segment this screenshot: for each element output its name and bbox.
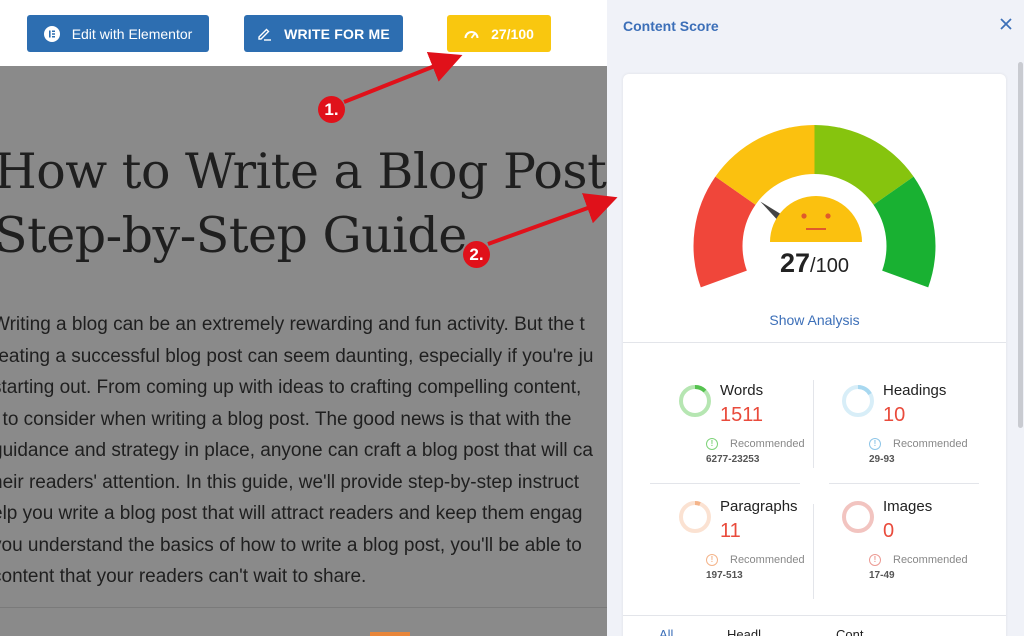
post-title-line: How to Write a Blog Post: A — [0, 143, 607, 200]
content-score-label: 27/100 — [491, 25, 534, 42]
stat-paragraphs: Paragraphs 11 ! Recommended 197-513 — [678, 498, 848, 600]
panel-title: Content Score — [623, 18, 719, 34]
close-icon[interactable] — [997, 16, 1015, 34]
speedometer-icon — [464, 28, 479, 40]
images-progress-ring — [842, 501, 874, 533]
recommended-label: Recommended — [730, 438, 805, 450]
stat-words: Words 1511 ! Recommended 6277-23253 — [678, 382, 848, 484]
show-analysis-link[interactable]: Show Analysis — [623, 312, 1006, 328]
info-icon: ! — [869, 554, 881, 566]
recommended-label: Recommended — [730, 554, 805, 566]
body-line: you understand the basics of how to writ… — [0, 534, 582, 556]
stat-range: 17-49 — [869, 570, 895, 581]
stat-recommended: ! Recommended — [869, 554, 968, 566]
editor-divider — [0, 607, 607, 608]
score-readout: 27/100 — [623, 248, 1006, 279]
neutral-face-icon — [770, 196, 862, 242]
top-toolbar: Edit with Elementor WRITE FOR ME 27/100 — [0, 0, 607, 66]
tab-all[interactable]: All — [659, 627, 673, 636]
stat-label: Paragraphs — [720, 498, 798, 515]
stat-range: 197-513 — [706, 570, 743, 581]
post-title-line: Step-by-Step Guide — [0, 207, 467, 264]
score-card: 27/100 Show Analysis Words 1511 ! Recomme… — [623, 74, 1006, 636]
recommended-label: Recommended — [893, 554, 968, 566]
annotation-marker-2: 2. — [463, 241, 490, 268]
stat-recommended: ! Recommended — [706, 554, 805, 566]
post-title[interactable]: How to Write a Blog Post: A Step-by-Step… — [0, 140, 607, 268]
write-for-me-button[interactable]: WRITE FOR ME — [244, 15, 403, 52]
post-body[interactable]: Writing a blog can be an extremely rewar… — [0, 309, 607, 593]
tab-headlines[interactable]: Headl — [727, 627, 761, 636]
stat-label: Images — [883, 498, 933, 515]
card-divider — [623, 342, 1006, 343]
screen: Edit with Elementor WRITE FOR ME 27/100 … — [0, 0, 1024, 636]
face-eye-right — [825, 213, 831, 219]
body-line: Writing a blog can be an extremely rewar… — [0, 314, 585, 335]
content-score-button[interactable]: 27/100 — [447, 15, 551, 52]
analysis-tabs: All Headl Cont — [623, 627, 1006, 636]
body-line: content that your readers can't wait to … — [0, 566, 367, 587]
body-line: starting out. From coming up with ideas … — [0, 377, 582, 398]
info-icon: ! — [706, 438, 718, 450]
stat-range: 6277-23253 — [706, 454, 760, 465]
stat-value: 1511 — [720, 404, 764, 426]
stat-value: 10 — [883, 404, 906, 426]
info-icon: ! — [869, 438, 881, 450]
card-divider — [623, 615, 1006, 616]
stat-value: 11 — [720, 520, 741, 542]
body-line: guidance and strategy in place, anyone c… — [0, 440, 593, 461]
pen-icon — [257, 26, 272, 41]
words-progress-ring — [679, 385, 711, 417]
stat-recommended: ! Recommended — [706, 438, 805, 450]
write-for-me-label: WRITE FOR ME — [284, 25, 390, 42]
stat-recommended: ! Recommended — [869, 438, 968, 450]
stat-headings: Headings 10 ! Recommended 29-93 — [841, 382, 1011, 484]
face-eye-left — [801, 213, 807, 219]
edit-with-elementor-label: Edit with Elementor — [71, 25, 193, 42]
info-icon: ! — [706, 554, 718, 566]
score-value: 27 — [780, 248, 811, 278]
annotation-marker-1: 1. — [318, 96, 345, 123]
stat-label: Words — [720, 382, 764, 399]
edit-with-elementor-button[interactable]: Edit with Elementor — [27, 15, 209, 52]
headings-progress-ring — [842, 385, 874, 417]
recommended-label: Recommended — [893, 438, 968, 450]
body-line: t to consider when writing a blog post. … — [0, 408, 572, 430]
panel-scrollbar[interactable] — [1018, 62, 1023, 428]
paragraphs-progress-ring — [679, 501, 711, 533]
stat-value: 0 — [883, 520, 895, 542]
body-line: reating a successful blog post can seem … — [0, 345, 594, 367]
stat-label: Headings — [883, 382, 947, 399]
score-total: /100 — [810, 255, 849, 277]
tab-content[interactable]: Cont — [836, 627, 863, 636]
editor-tab-indicator — [370, 632, 410, 636]
body-line: heir readers' attention. In this guide, … — [0, 471, 580, 493]
body-line: elp you write a blog post that will attr… — [0, 503, 583, 524]
stat-range: 29-93 — [869, 454, 895, 465]
elementor-icon — [43, 25, 60, 42]
stat-images: Images 0 ! Recommended 17-49 — [841, 498, 1011, 600]
post-editor[interactable]: How to Write a Blog Post: A Step-by-Step… — [0, 66, 607, 636]
content-score-panel: Content Score 27/100 Show Analysis Words… — [607, 0, 1024, 636]
